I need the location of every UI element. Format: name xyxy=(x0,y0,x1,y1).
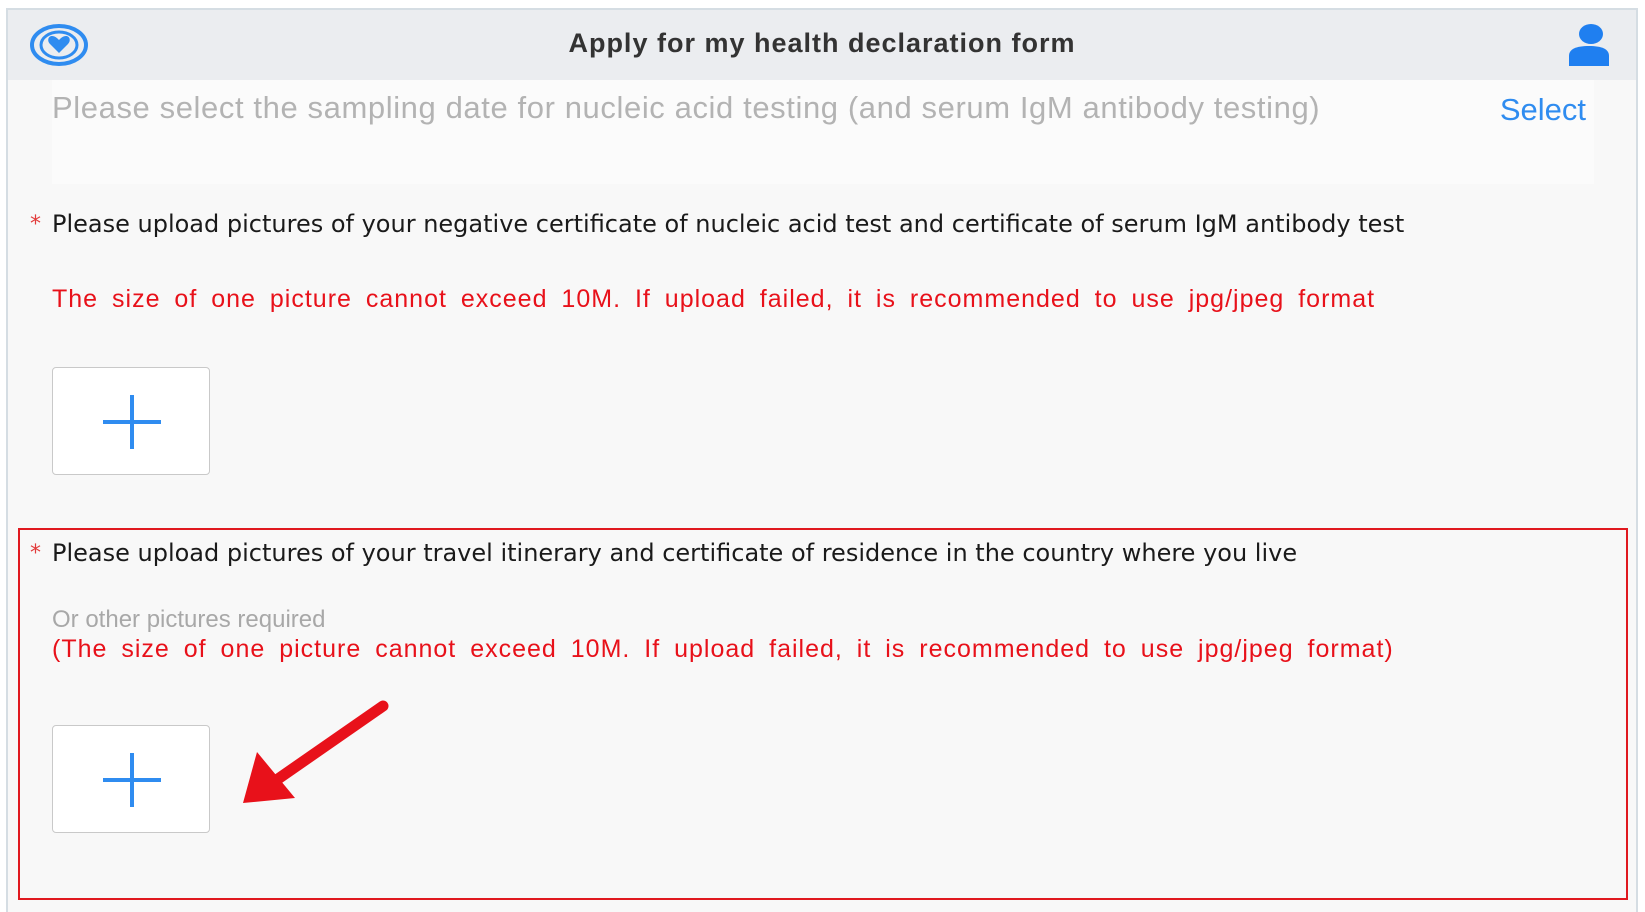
upload-certificate-button[interactable] xyxy=(52,367,210,475)
required-marker: * xyxy=(30,212,41,237)
upload-size-warning: The size of one picture cannot exceed 10… xyxy=(52,285,1376,313)
select-date-button[interactable]: Select xyxy=(1500,92,1586,128)
page-title: Apply for my health declaration form xyxy=(568,28,1076,58)
question-label: Please upload pictures of your negative … xyxy=(52,210,1405,238)
sampling-date-field[interactable]: Please select the sampling date for nucl… xyxy=(52,80,1594,184)
plus-icon xyxy=(103,395,161,449)
annotation-arrow-icon xyxy=(243,700,389,803)
nucleic-acid-upload-question: * Please upload pictures of your negative… xyxy=(30,210,1600,239)
sampling-date-placeholder: Please select the sampling date for nucl… xyxy=(52,90,1321,125)
user-icon[interactable] xyxy=(1566,22,1612,66)
app-header: Apply for my health declaration form xyxy=(8,10,1636,80)
